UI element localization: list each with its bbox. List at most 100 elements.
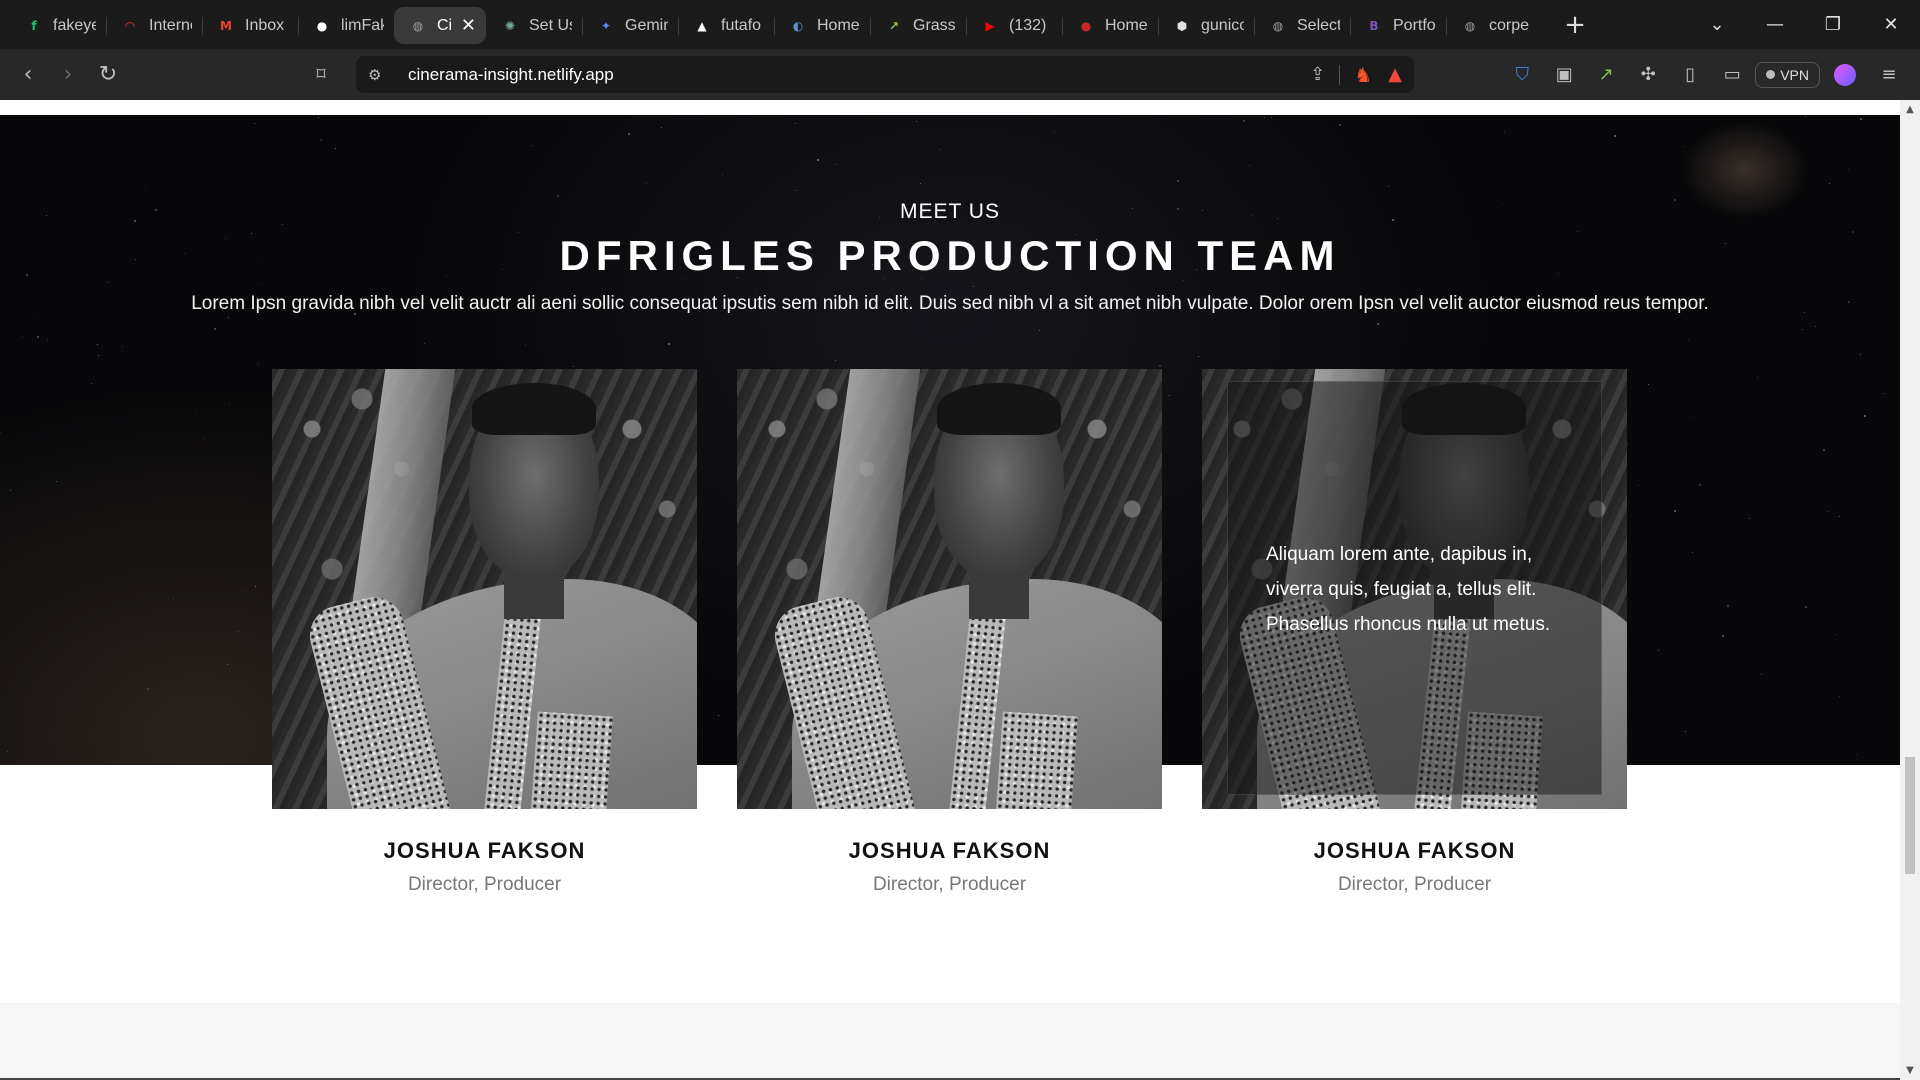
bootstrap-icon: B [1369,18,1379,33]
sidebar-icon[interactable]: ▯ [1671,64,1709,85]
toolbar-actions: ⛉ ▣ ↗ ✣ ▯ ▭ VPN ≡ [1503,61,1908,88]
next-section [0,1003,1900,1080]
divider [1339,64,1341,85]
address-bar[interactable]: ⚙ cinerama-insight.netlify.app ⇪ ♞ ▲ [356,56,1414,93]
vpn-button[interactable]: VPN [1755,61,1820,88]
python-icon: ◐ [792,18,804,33]
scrollbar-thumb[interactable] [1905,757,1915,874]
wallet-icon[interactable]: ▭ [1713,64,1751,85]
share-icon[interactable]: ⇪ [1310,64,1325,85]
team-photo[interactable] [737,369,1162,809]
member-bio: Aliquam lorem ante, dapibus in, viverra … [1266,544,1551,635]
tab-label: Ci [437,16,453,34]
browser-tab[interactable]: ◍ Select [1254,7,1350,44]
team-photo[interactable] [272,369,697,809]
globe-icon: ◍ [412,18,424,33]
reload-button[interactable]: ↻ [88,57,128,93]
browser-tab[interactable]: ◠ Interne [106,7,202,44]
page-scrollbar[interactable]: ▲ ▼ [1900,100,1920,1080]
tab-label: Select [1297,16,1340,34]
member-role: Director, Producer [407,874,562,895]
tab-label: Interne [149,16,192,34]
vercel-icon: ▲ [697,18,707,33]
browser-tab[interactable]: ◐ Home [774,7,870,44]
menu-icon[interactable]: ≡ [1870,64,1908,85]
tab-label: Home [817,16,860,34]
bitwarden-icon[interactable]: ⛉ [1503,64,1541,85]
gmail-icon: M [220,18,232,33]
browser-tab[interactable]: ◍ Ci ✕ [394,7,486,44]
tab-label: (132) [1009,16,1047,34]
fiverr-icon: f [31,18,37,33]
brave-rewards-icon[interactable]: ▲ [1388,64,1402,85]
back-button[interactable]: ‹ [8,57,48,93]
vpn-label: VPN [1780,66,1809,83]
section-title: DFRIGLES PRODUCTION TEAM [559,232,1341,279]
browser-tab[interactable]: ● limFak [298,7,394,44]
bookmark-icon[interactable]: ⌑ [306,64,336,85]
tab-label: limFak [341,16,384,34]
team-card[interactable]: Aliquam lorem ante, dapibus in, viverra … [1202,369,1627,896]
github-icon: ● [316,18,328,33]
browser-tab[interactable]: f fakeye [10,7,106,44]
grass-icon: ↗ [888,18,900,33]
brave-shields-icon[interactable]: ♞ [1354,63,1372,87]
tab-label: Grass [913,16,956,34]
tab-label: futafo [721,16,762,34]
scroll-down-icon[interactable]: ▼ [1900,1065,1920,1076]
gemini-icon: ✦ [600,18,612,33]
restore-button[interactable]: ❐ [1804,0,1862,49]
vpn-status-icon [1766,70,1776,79]
tab-label: Gemin [625,16,668,34]
profile-avatar[interactable] [1834,63,1856,86]
member-role: Director, Producer [1337,874,1492,895]
section-eyebrow: MEET US [900,200,1000,223]
tab-label: gunico [1201,16,1244,34]
tab-label: Portfo [1393,16,1436,34]
browser-tab[interactable]: ⬢ gunico [1158,7,1254,44]
site-settings-icon[interactable]: ⚙ [368,66,392,84]
globe-icon: ◍ [1464,18,1476,33]
shield-icon: ⬢ [1176,18,1188,33]
member-name: JOSHUA FAKSON [1313,838,1516,863]
browser-tab[interactable]: M Inbox [202,7,298,44]
new-tab-button[interactable]: + [1560,10,1590,40]
close-window-button[interactable]: ✕ [1862,0,1920,49]
screenshot-extension-icon[interactable]: ▣ [1545,64,1583,85]
tab-label: corpe [1489,16,1530,34]
tab-list: f fakeye ◠ Interne M Inbox ● limFak ◍ Ci ✕ ✺ Set Us ✦… [0,0,1542,49]
team-card[interactable]: JOSHUA FAKSON Director, Producer [272,369,697,896]
openai-icon: ✺ [504,18,516,33]
browser-tab[interactable]: B Portfo [1350,7,1446,44]
extensions-icon[interactable]: ✣ [1629,64,1667,85]
grass-extension-icon[interactable]: ↗ [1587,64,1625,85]
browser-tab[interactable]: ▲ futafo [678,7,774,44]
tab-label: fakeye [53,16,96,34]
browser-tab[interactable]: ↗ Grass [870,7,966,44]
tab-label: Home [1105,16,1148,34]
browser-toolbar: ‹ › ↻ ⌑ ⚙ cinerama-insight.netlify.app ⇪… [0,49,1920,100]
browser-tab[interactable]: ▶ (132) [966,7,1062,44]
browser-tab[interactable]: ◍ corpe [1446,7,1542,44]
team-card[interactable]: JOSHUA FAKSON Director, Producer [737,369,1162,896]
browser-tab[interactable]: ✦ Gemin [582,7,678,44]
tab-label: Set Us [529,16,572,34]
section-intro: Lorem Ipsn gravida nibh vel velit auctr … [191,293,1709,314]
scroll-up-icon[interactable]: ▲ [1900,104,1920,115]
page-viewport: MEET US DFRIGLES PRODUCTION TEAM Lorem I… [0,100,1920,1080]
member-role: Director, Producer [872,874,1027,895]
tab-label: Inbox [245,16,285,34]
window-controls: ⌄ — ❐ ✕ [1688,0,1920,49]
minimize-button[interactable]: — [1746,0,1804,49]
team-photo[interactable]: Aliquam lorem ante, dapibus in, viverra … [1202,369,1627,809]
tab-strip: f fakeye ◠ Interne M Inbox ● limFak ◍ Ci ✕ ✺ Set Us ✦… [0,0,1920,49]
tab-search-icon[interactable]: ⌄ [1688,0,1746,49]
youtube-icon: ▶ [985,18,995,33]
pin-icon: ● [1080,18,1092,33]
close-tab-icon[interactable]: ✕ [461,15,476,36]
forward-button[interactable]: › [48,57,88,93]
browser-tab[interactable]: ✺ Set Us [486,7,582,44]
url-text[interactable]: cinerama-insight.netlify.app [408,65,1310,85]
browser-tab[interactable]: ● Home [1062,7,1158,44]
gauge-icon: ◠ [125,18,135,33]
